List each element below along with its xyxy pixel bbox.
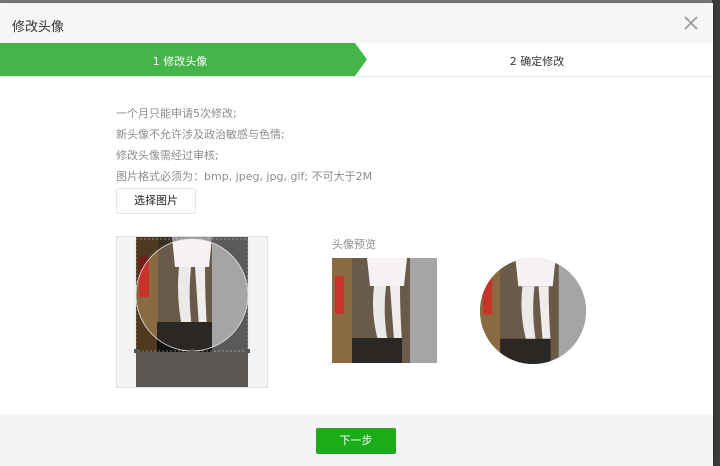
backdrop-strip bbox=[712, 0, 720, 466]
dialog-footer: 下一步 bbox=[0, 415, 713, 466]
step-2-label: 2 确定修改 bbox=[509, 55, 565, 68]
crop-image bbox=[134, 237, 250, 387]
upload-instructions: 一个月只能申请5次修改; 新头像不允许涉及政治敏感与色情; 修改头像需经过审核;… bbox=[116, 103, 372, 187]
instruction-line: 图片格式必须为：bmp, jpeg, jpg, gif; 不可大于2M bbox=[116, 170, 373, 183]
step-1-label: 1 修改头像 bbox=[152, 55, 208, 68]
next-button[interactable]: 下一步 bbox=[316, 428, 396, 454]
instruction-line: 修改头像需经过审核; bbox=[116, 149, 219, 162]
dialog-title: 修改头像 bbox=[12, 20, 65, 35]
crop-area[interactable] bbox=[116, 236, 268, 388]
step-indicator: 1 修改头像 2 确定修改 bbox=[0, 43, 713, 77]
avatar-dialog: 修改头像 1 修改头像 2 确定修改 一个月只能申请5次修改; 新头像不允许涉及… bbox=[0, 3, 713, 466]
avatar-preview-square bbox=[332, 258, 437, 363]
instruction-line: 一个月只能申请5次修改; bbox=[116, 107, 237, 120]
select-image-button[interactable]: 选择图片 bbox=[116, 188, 196, 214]
instruction-line: 新头像不允许涉及政治敏感与色情; bbox=[116, 128, 285, 141]
dialog-header: 修改头像 bbox=[0, 3, 713, 43]
avatar-preview-circle bbox=[480, 258, 586, 364]
preview-label: 头像预览 bbox=[332, 238, 376, 251]
close-icon[interactable] bbox=[681, 13, 701, 33]
